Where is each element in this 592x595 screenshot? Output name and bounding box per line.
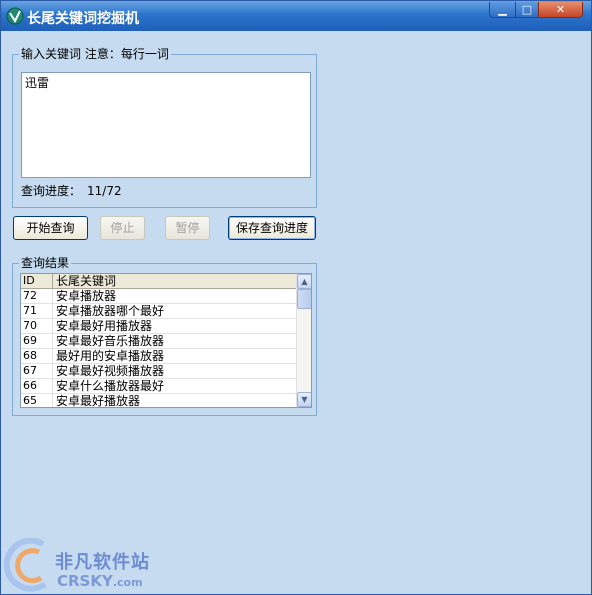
close-button[interactable]: ✕ (538, 2, 583, 18)
table-row[interactable]: 72 安卓播放器 (21, 289, 296, 304)
row-id: 70 (21, 319, 53, 333)
save-progress-button[interactable]: 保存查询进度 (228, 216, 316, 240)
row-id: 72 (21, 289, 53, 303)
row-keyword: 安卓最好用播放器 (56, 319, 153, 333)
table-row[interactable]: 65 安卓最好播放器 (21, 394, 296, 408)
title-bar[interactable]: 长尾关键词挖掘机 ▁ □ ✕ (1, 1, 591, 31)
window-title: 长尾关键词挖掘机 (27, 11, 139, 27)
crsky-logo-icon (3, 538, 47, 592)
row-id: 69 (21, 334, 53, 348)
app-logo-icon (6, 7, 24, 25)
main-window: 长尾关键词挖掘机 ▁ □ ✕ 输入关键词 注意：每行一词 迅雷 查询进度： 11/… (0, 0, 592, 595)
table-row[interactable]: 69 安卓最好音乐播放器 (21, 334, 296, 349)
table-row[interactable]: 68 最好用的安卓播放器 (21, 349, 296, 364)
results-list[interactable]: ID 长尾关键词 72 安卓播放器 71 安卓播放器哪个最好 70 安卓最好用播放器 … (20, 273, 312, 408)
query-results-group: 查询结果 ID 长尾关键词 72 安卓播放器 71 安卓播放器哪个最好 70 安卓最好… (12, 256, 317, 416)
maximize-button[interactable]: □ (515, 2, 539, 18)
row-keyword: 安卓最好视频播放器 (56, 364, 165, 378)
crsky-watermark: 非凡软件站 CRSKY.com (1, 534, 161, 594)
input-keywords-group: 输入关键词 注意：每行一词 迅雷 查询进度： 11/72 (12, 47, 317, 208)
row-id: 65 (21, 394, 53, 407)
results-scrollbar[interactable]: ▲ ▼ (296, 274, 311, 407)
start-query-button[interactable]: 开始查询 (13, 216, 88, 240)
row-id: 66 (21, 379, 53, 393)
row-keyword: 安卓播放器 (56, 289, 117, 303)
keywords-textarea[interactable]: 迅雷 (21, 72, 311, 178)
row-keyword: 安卓播放器哪个最好 (56, 304, 165, 318)
query-results-label: 查询结果 (19, 256, 72, 270)
row-keyword: 安卓最好播放器 (56, 394, 141, 408)
row-id: 71 (21, 304, 53, 318)
watermark-suffix: .com (112, 576, 143, 589)
watermark-brand: CRSKY (57, 572, 113, 590)
stop-button[interactable]: 停止 (100, 216, 145, 240)
row-id: 68 (21, 349, 53, 363)
progress-label: 查询进度： (21, 184, 82, 198)
watermark-text-cn: 非凡软件站 (55, 552, 150, 573)
progress-value: 11/72 (87, 184, 122, 198)
table-row[interactable]: 67 安卓最好视频播放器 (21, 364, 296, 379)
column-header-keyword[interactable]: 长尾关键词 (54, 274, 296, 288)
table-row[interactable]: 66 安卓什么播放器最好 (21, 379, 296, 394)
table-row[interactable]: 71 安卓播放器哪个最好 (21, 304, 296, 319)
row-keyword: 最好用的安卓播放器 (56, 349, 165, 363)
watermark-text-en: CRSKY.com (57, 572, 143, 590)
results-header: ID 长尾关键词 (21, 274, 296, 289)
scroll-thumb[interactable] (297, 289, 311, 309)
minimize-button[interactable]: ▁ (489, 2, 516, 18)
scroll-up-icon[interactable]: ▲ (297, 274, 311, 289)
query-progress: 查询进度： 11/72 (21, 184, 122, 198)
row-keyword: 安卓最好音乐播放器 (56, 334, 165, 348)
row-keyword: 安卓什么播放器最好 (56, 379, 165, 393)
input-keywords-label: 输入关键词 注意：每行一词 (19, 47, 171, 61)
pause-button[interactable]: 暂停 (165, 216, 210, 240)
column-header-id[interactable]: ID (21, 274, 53, 288)
scroll-down-icon[interactable]: ▼ (297, 392, 311, 407)
row-id: 67 (21, 364, 53, 378)
table-row[interactable]: 70 安卓最好用播放器 (21, 319, 296, 334)
